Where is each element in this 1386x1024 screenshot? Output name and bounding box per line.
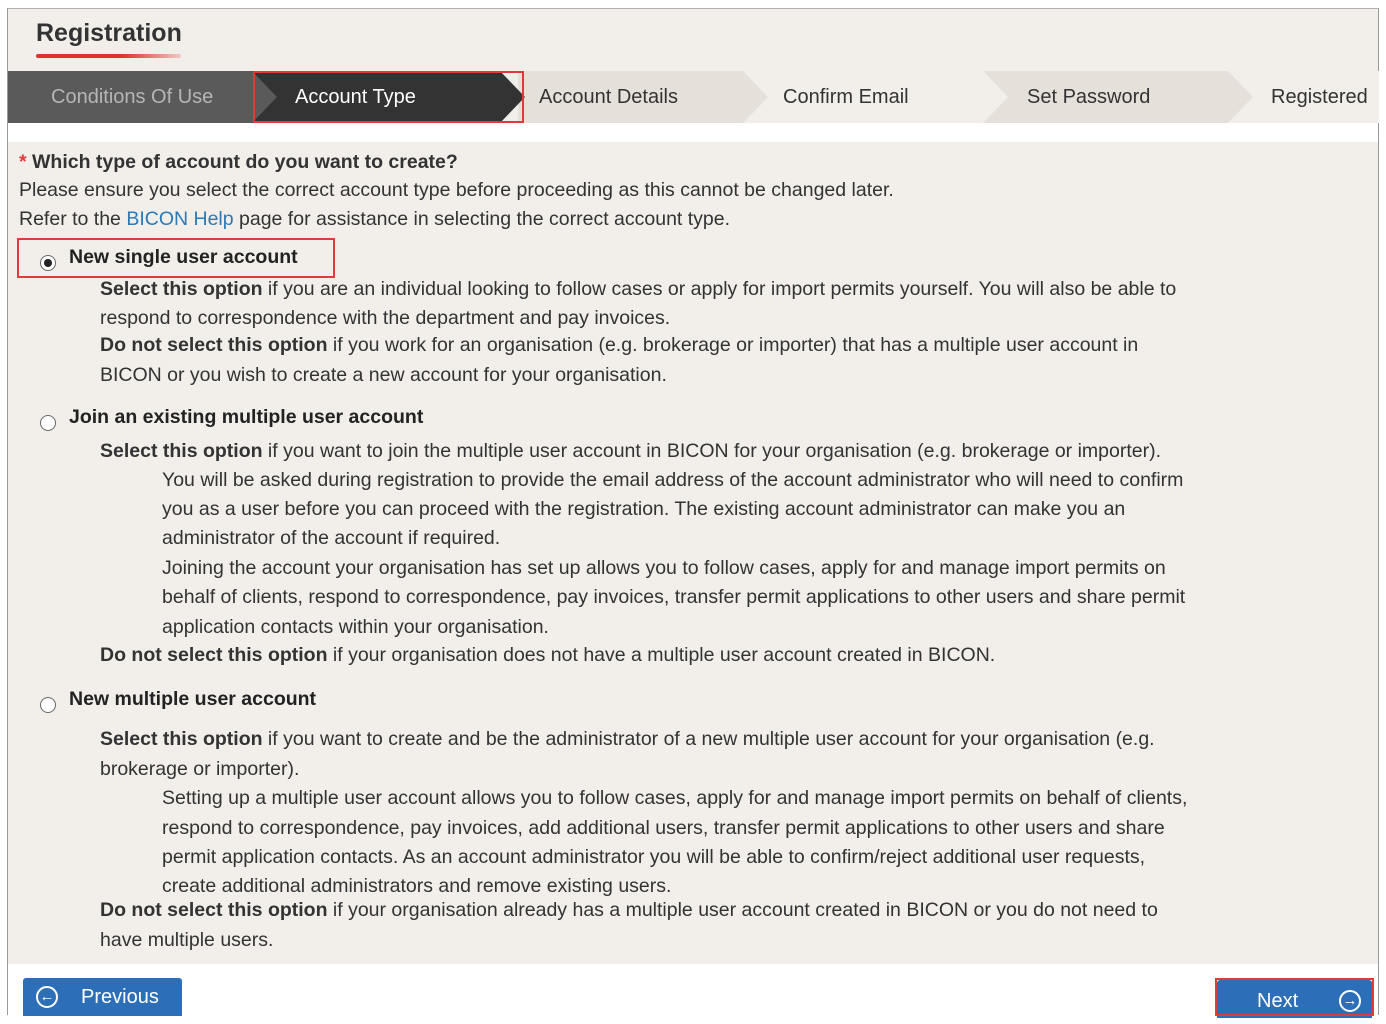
title-underline — [36, 54, 181, 58]
option3-select-text: if you want to create and be the adminis… — [262, 728, 1155, 750]
current-step-highlight — [253, 71, 524, 123]
option1-select-bold: Select this option — [100, 278, 263, 300]
help-text-post: page for assistance in selecting the cor… — [233, 208, 731, 230]
step-account-details: Account Details — [539, 86, 678, 108]
content-separator — [8, 123, 1378, 142]
option3-select-line-1: Select this option if you want to create… — [100, 725, 1155, 754]
option1-donot-bold: Do not select this option — [100, 334, 328, 356]
option2-select-text: if you want to join the multiple user ac… — [262, 440, 1162, 462]
radio-join-existing-multiple[interactable] — [40, 415, 56, 431]
option3-sub-line-3: permit application contacts. As an accou… — [162, 846, 1146, 868]
option1-select-line-1: Select this option if you are an individ… — [100, 275, 1176, 304]
stepper-shapes — [8, 71, 1379, 123]
step-set-password: Set Password — [1027, 86, 1151, 108]
question-note: Please ensure you select the correct acc… — [19, 179, 894, 201]
option2-sub-line-2: you as a user before you can proceed wit… — [162, 498, 1126, 520]
option2-donot-line-1: Do not select this option if your organi… — [100, 641, 995, 670]
option2-sub-line-1: You will be asked during registration to… — [162, 469, 1184, 491]
bicon-help-link[interactable]: BICON Help — [126, 208, 233, 230]
option2-sub-line-5: behalf of clients, respond to correspond… — [162, 586, 1186, 608]
option2-donot-bold: Do not select this option — [100, 644, 328, 666]
question-help-line: Refer to the BICON Help page for assista… — [19, 205, 730, 234]
option3-donot-line-2: have multiple users. — [100, 929, 274, 951]
previous-button[interactable]: ← Previous — [23, 978, 182, 1016]
option3-sub-line-1: Setting up a multiple user account allow… — [162, 787, 1188, 809]
option-label-join-existing-multiple[interactable]: Join an existing multiple user account — [69, 406, 423, 429]
help-text-pre: Refer to the — [19, 208, 127, 230]
registration-stepper: Conditions Of Use Account Type Account D… — [8, 71, 1379, 123]
page-title: Registration — [36, 19, 182, 47]
option2-sub-line-4: Joining the account your organisation ha… — [162, 557, 1166, 579]
option2-select-bold: Select this option — [100, 440, 263, 462]
question-title: Which type of account do you want to cre… — [32, 151, 458, 173]
required-mark: * — [19, 151, 27, 173]
arrow-left-circle-icon: ← — [36, 986, 58, 1008]
step-registered: Registered — [1271, 86, 1368, 108]
option1-select-text: if you are an individual looking to foll… — [262, 278, 1177, 300]
option3-sub-line-2: respond to correspondence, pay invoices,… — [162, 817, 1165, 839]
option2-sub-line-3: administrator of the account if required… — [162, 527, 501, 549]
next-button-highlight — [1215, 978, 1374, 1016]
previous-button-label: Previous — [81, 986, 159, 1008]
registration-panel: Registration Conditions Of Use Account T… — [7, 8, 1379, 1024]
option3-donot-text: if your organisation already has a multi… — [327, 899, 1158, 921]
radio-new-single-user[interactable] — [40, 255, 56, 271]
option-label-new-multiple-user[interactable]: New multiple user account — [69, 688, 316, 711]
option-label-new-single-user[interactable]: New single user account — [69, 246, 298, 269]
option3-select-line-2: brokerage or importer). — [100, 758, 300, 780]
footer-area — [8, 964, 1378, 1024]
header: Registration — [8, 9, 1378, 71]
option2-sub-line-6: application contacts within your organis… — [162, 616, 549, 638]
radio-new-multiple-user[interactable] — [40, 697, 56, 713]
option3-select-bold: Select this option — [100, 728, 263, 750]
step-conditions-of-use: Conditions Of Use — [51, 86, 214, 108]
question-heading: * Which type of account do you want to c… — [19, 148, 458, 177]
option3-donot-bold: Do not select this option — [100, 899, 328, 921]
option1-donot-line-2: BICON or you wish to create a new accoun… — [100, 364, 667, 386]
step-confirm-email: Confirm Email — [783, 86, 909, 108]
option1-donot-line-1: Do not select this option if you work fo… — [100, 331, 1138, 360]
option3-donot-line-1: Do not select this option if your organi… — [100, 896, 1158, 925]
option1-select-line-2: respond to correspondence with the depar… — [100, 307, 671, 329]
option2-donot-text: if your organisation does not have a mul… — [327, 644, 996, 666]
option1-donot-text: if you work for an organisation (e.g. br… — [327, 334, 1139, 356]
option2-select-line-1: Select this option if you want to join t… — [100, 437, 1161, 466]
